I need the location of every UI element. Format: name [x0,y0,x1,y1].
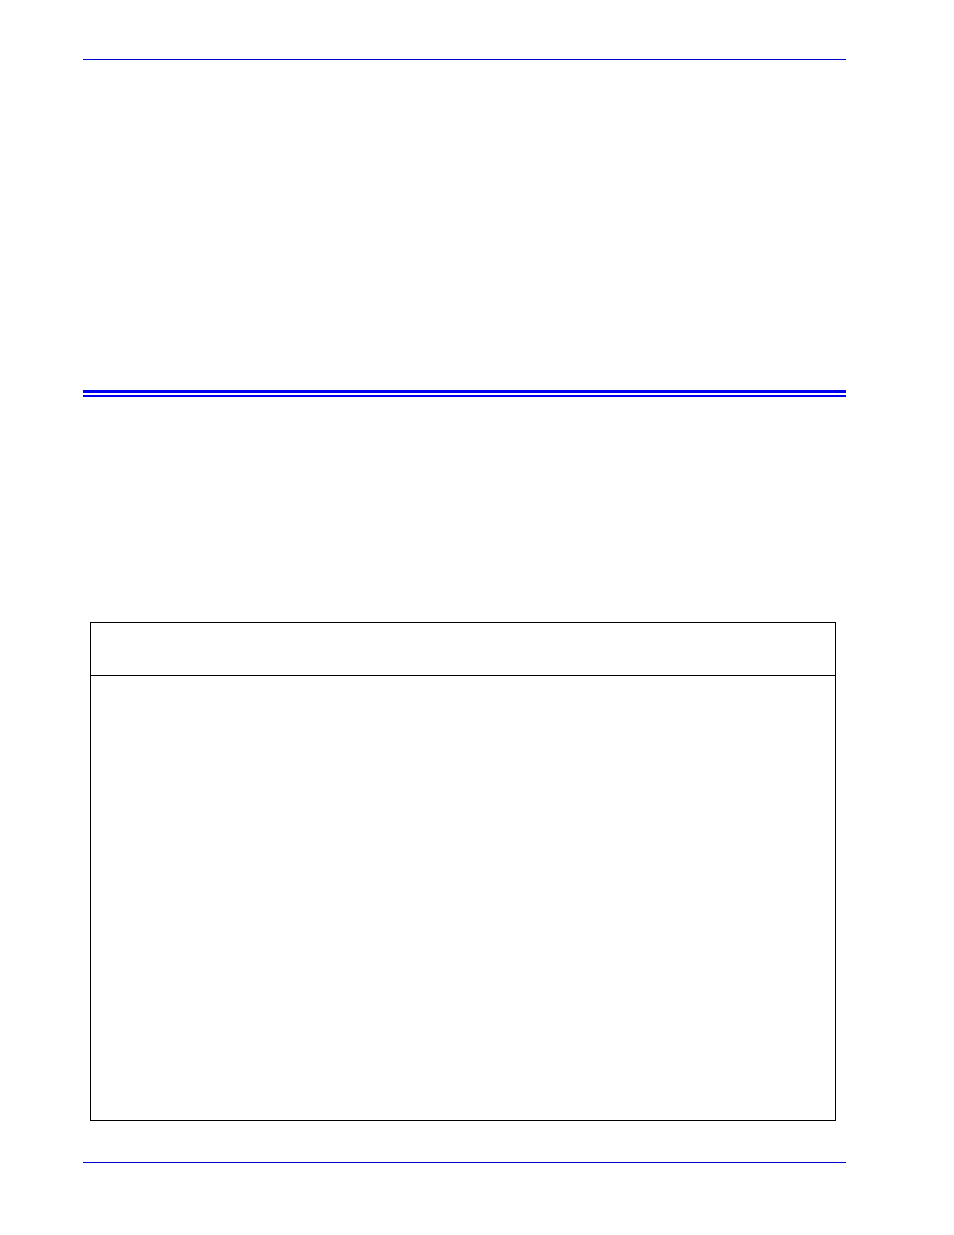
double-rule-bottom [83,395,846,397]
content-table [90,622,836,1121]
footer-divider [83,1162,846,1163]
double-rule-top [83,390,846,393]
header-divider [83,59,846,60]
table-header-row [91,623,835,676]
section-double-divider [83,390,846,397]
table-body [91,676,835,1120]
